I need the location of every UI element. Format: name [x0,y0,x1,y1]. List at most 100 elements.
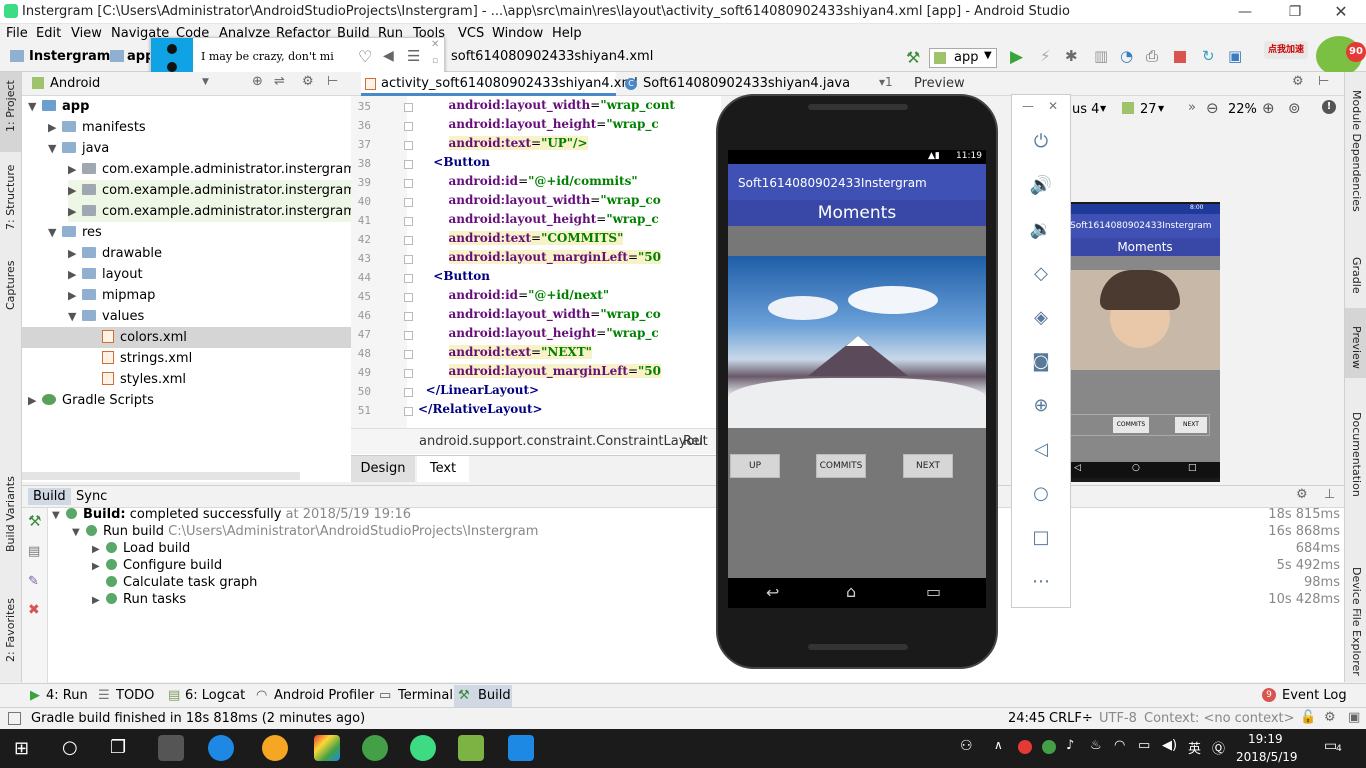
code-line[interactable]: <Button [418,269,490,283]
code-line[interactable]: </LinearLayout> [418,383,539,397]
stop-icon[interactable] [1174,51,1186,63]
windows-start-icon[interactable]: ⊞ [14,738,29,759]
tree-item[interactable]: ▶ com.example.administrator.instergram [68,159,356,180]
tray-icon[interactable]: ♨ [1090,738,1102,753]
run-config-select[interactable]: app ▼ [929,48,997,68]
network-icon[interactable]: ▭ [1138,738,1150,753]
tray-app-icon[interactable] [1018,740,1032,754]
notification-bell-icon[interactable]: ♪ [1066,738,1074,753]
breadcrumb-relative[interactable]: Rel [683,434,703,449]
clock-time[interactable]: 19:19 [1248,732,1283,746]
tree-item[interactable]: ▶ drawable [68,243,162,264]
minimize-emulator-icon[interactable]: — [1022,99,1034,113]
tree-item[interactable]: ▼ values [68,306,144,327]
ime-mode-icon[interactable]: Ⓠ [1212,738,1225,757]
api-select[interactable]: 27 [1140,102,1157,117]
tool-preview[interactable]: Preview [1350,326,1363,369]
build-row[interactable]: ▼ Run build C:\Users\Administrator\Androi… [72,524,538,539]
breadcrumb-constraint[interactable]: android.support.constraint.ConstraintLay… [419,434,708,449]
build-row[interactable]: ▶ Run tasks [92,592,186,607]
zoom-out-icon[interactable]: ⊖ [1206,99,1219,117]
gear-icon[interactable]: ⚙ [1296,487,1308,502]
back-icon[interactable]: ↩ [766,583,779,602]
app-store-icon[interactable] [314,735,340,761]
tool-favorites[interactable]: 2: Favorites [4,598,17,662]
fold-marker-icon[interactable] [404,141,413,150]
chevron-down-icon[interactable]: ▼ [72,527,86,538]
more-icon[interactable]: » [1188,100,1196,115]
fold-marker-icon[interactable] [404,122,413,131]
gear-icon[interactable]: ⚙ [1292,74,1304,89]
close-icon[interactable]: ✕ [1326,2,1356,22]
minimize-icon[interactable]: — [1230,2,1260,22]
coverage-icon[interactable]: ⎙ [1146,47,1158,65]
tree-item[interactable]: ▶ mipmap [68,285,155,306]
profile-icon[interactable]: ◔ [1120,47,1133,65]
tree-item[interactable]: colors.xml [22,327,351,348]
warning-icon[interactable]: ! [1322,100,1336,114]
tray-360-icon[interactable] [1042,740,1056,754]
code-line[interactable]: android:layout_width="wrap_cont [418,98,675,112]
tab-design[interactable]: Design [351,456,415,482]
360-browser-icon[interactable] [362,735,388,761]
code-line[interactable]: android:layout_height="wrap_c [418,212,659,226]
chevron-up-icon[interactable]: ∧ [994,738,1003,752]
tree-item[interactable]: ▼ java [48,138,109,159]
inspector-icon[interactable]: ⚙ [1324,710,1336,725]
chevron-right-icon[interactable]: ▶ [68,264,82,285]
device-select[interactable]: us 4 [1072,102,1099,117]
android-studio-task-icon[interactable] [410,735,436,761]
tool-structure[interactable]: 7: Structure [4,165,17,230]
fold-marker-icon[interactable] [404,350,413,359]
collapse-icon[interactable]: ⇌ [274,74,285,89]
tree-item[interactable]: ▶com.example.administrator.instergram (a… [68,180,390,201]
tool-windows-icon[interactable] [8,712,21,725]
tree-item[interactable]: styles.xml [88,369,186,390]
fold-marker-icon[interactable] [404,179,413,188]
pin-icon[interactable]: ✎ [28,574,39,589]
sync-scroll-icon[interactable]: ⊕ [252,74,263,89]
camera-icon[interactable]: ◙ [1027,348,1055,376]
hide-icon[interactable]: ⊢ [327,74,338,89]
fold-marker-icon[interactable] [404,312,413,321]
code-line[interactable]: android:layout_height="wrap_c [418,117,659,131]
volume-down-icon[interactable]: 🔉 [1027,216,1055,244]
hide-icon[interactable]: ⊥ [1324,487,1335,502]
fold-marker-icon[interactable] [404,217,413,226]
tool-device-file-explorer[interactable]: Device File Explorer [1350,567,1363,676]
more-options-icon[interactable]: ⋯ [1027,568,1055,596]
chevron-right-icon[interactable]: ▶ [48,117,62,138]
hammer-icon[interactable]: ⚒ [28,512,41,530]
tab-sync[interactable]: Sync [76,489,107,504]
code-line[interactable]: android:layout_height="wrap_c [418,326,659,340]
tree-item[interactable]: ▼ res [48,222,102,243]
taskbar-app-icon[interactable] [158,735,184,761]
build-row[interactable]: ▼ Build: completed successfully at 2018/5… [52,507,411,522]
tool-build-variants[interactable]: Build Variants [4,476,17,552]
menu-help[interactable]: Help [552,26,582,41]
tab-java[interactable]: C Soft614080902433shiyan4.java [621,72,850,96]
close-popup-icon[interactable]: ✕ [431,39,439,50]
chevron-right-icon[interactable]: ▶ [68,285,82,306]
promo-label[interactable]: 点我加速 [1264,41,1308,59]
fold-marker-icon[interactable] [404,255,413,264]
tool-gradle[interactable]: Gradle [1350,257,1363,294]
fold-marker-icon[interactable] [404,407,413,416]
code-line[interactable]: android:text="NEXT" [418,345,592,359]
fold-marker-icon[interactable] [404,369,413,378]
tool-project[interactable]: 1: Project [4,80,17,132]
tab-activity-xml[interactable]: activity_soft614080902433shiyan4.xml [361,72,638,96]
volume-icon[interactable]: ◀ [383,48,394,64]
event-icon[interactable]: ▣ [1348,710,1360,725]
wifi-icon[interactable]: ◠ [1114,738,1125,753]
code-line[interactable]: android:layout_marginLeft="50 [418,364,661,378]
line-separator[interactable]: CRLF÷ [1049,711,1093,726]
restore-popup-icon[interactable]: ▫ [432,56,438,66]
tab-build-active[interactable]: ⚒ Build [454,685,512,707]
fold-marker-icon[interactable] [404,103,413,112]
run-icon[interactable]: ▶ [1010,47,1023,67]
chevron-right-icon[interactable]: ▶ [92,561,106,572]
tab-terminal[interactable]: Terminal [398,688,453,703]
fold-marker-icon[interactable] [404,236,413,245]
emulator-task-icon[interactable] [458,735,484,761]
